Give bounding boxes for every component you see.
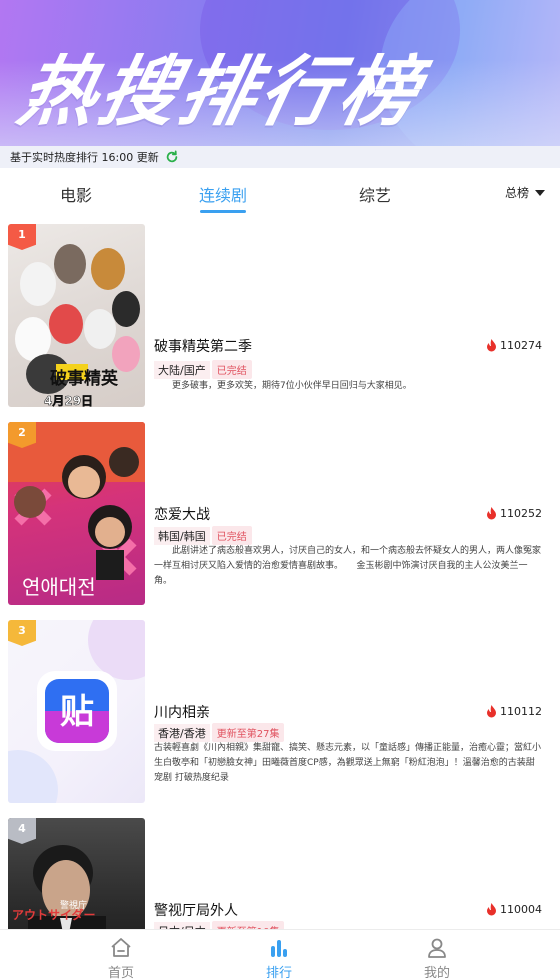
nav-ranking[interactable]: 排行: [249, 936, 309, 979]
region-tag: 香港/香港: [154, 723, 210, 742]
caret-down-icon: [535, 189, 546, 196]
poster-artwork: 破事精英 4月29日: [15, 244, 140, 407]
status-badge: 已完结: [211, 360, 252, 379]
rank-badge: 1: [8, 224, 36, 250]
heat-score: 110274: [486, 339, 542, 352]
list-item[interactable]: 1 破事精英 4月29日 破事精英第二季 110274 大陆/国产 已完结 更多…: [0, 224, 560, 408]
home-icon: [111, 938, 131, 957]
nav-label: 排行: [265, 966, 292, 979]
poster-title: アウトサイダー: [12, 907, 96, 922]
poster-date: 4月29日: [44, 394, 93, 407]
poster-artwork: 贴: [8, 620, 145, 803]
poster-image[interactable]: 3 贴: [8, 620, 145, 803]
nav-label: 我的: [423, 966, 450, 979]
heat-score: 110252: [486, 507, 542, 520]
app-logo-icon: 贴: [60, 692, 94, 732]
region-tag: 大陆/国产: [154, 360, 210, 379]
poster-title: 破事精英: [50, 368, 119, 389]
update-info-bar: 基于实时热度排行 16:00 更新: [0, 146, 560, 168]
list-item[interactable]: 2 연애대전 恋爱大战 110252 韩国/韩国 已完结 此剧讲述了病态般喜欢男…: [0, 422, 560, 606]
active-tab-indicator: [200, 210, 246, 213]
item-title[interactable]: 川内相亲: [154, 702, 210, 722]
heat-value: 110112: [500, 705, 542, 718]
heat-value: 110274: [500, 339, 542, 352]
poster-image[interactable]: 2 연애대전: [8, 422, 145, 605]
region-tag: 韩国/韩国: [154, 526, 210, 545]
item-title[interactable]: 恋爱大战: [154, 504, 210, 524]
tab-variety[interactable]: 综艺: [359, 182, 391, 206]
heat-value: 110252: [500, 507, 542, 520]
item-title[interactable]: 破事精英第二季: [154, 336, 252, 356]
list-item[interactable]: 3 贴 川内相亲 110112 香港/香港 更新至第27集 古装輕喜劇《川內相親…: [0, 620, 560, 804]
heat-score: 110112: [486, 705, 542, 718]
rank-type-dropdown[interactable]: 总榜: [505, 184, 546, 201]
refresh-icon[interactable]: [165, 150, 179, 164]
fire-icon: [487, 903, 496, 916]
nav-label: 首页: [107, 966, 134, 979]
item-tags: 大陆/国产 已完结: [154, 360, 252, 379]
update-text: 基于实时热度排行 16:00 更新: [10, 151, 159, 164]
item-title[interactable]: 警视厅局外人: [154, 900, 238, 920]
item-description: 此剧讲述了病态般喜欢男人，讨厌自己的女人，和一个病态般去怀疑女人的男人，两人像冤…: [154, 546, 542, 586]
tab-movie[interactable]: 电影: [60, 182, 92, 206]
nav-profile[interactable]: 我的: [407, 936, 467, 979]
item-tags: 韩国/韩国 已完结: [154, 526, 252, 545]
item-description: 更多破事，更多欢笑，期待7位小伙伴早日回归与大家相见。: [172, 381, 412, 391]
rank-badge: 3: [8, 620, 36, 646]
rank-badge: 4: [8, 818, 36, 844]
rank-badge: 2: [8, 422, 36, 448]
poster-title: 연애대전: [22, 575, 96, 599]
bottom-navigation: 首页 排行 我的: [0, 929, 560, 979]
fire-icon: [487, 339, 496, 352]
banner-title: 热搜排行榜: [11, 47, 431, 136]
heat-score: 110004: [486, 903, 542, 916]
status-badge: 更新至第27集: [211, 723, 285, 742]
status-badge: 已完结: [211, 526, 252, 545]
tab-series[interactable]: 连续剧: [199, 182, 247, 206]
poster-image[interactable]: 1 破事精英 4月29日: [8, 224, 145, 407]
category-tabs: 电影 连续剧 综艺 总榜: [0, 170, 560, 216]
ranking-icon: [271, 940, 287, 957]
nav-home[interactable]: 首页: [91, 936, 151, 979]
poster-artwork: 연애대전: [8, 422, 145, 599]
item-description: 古装輕喜劇《川內相親》集甜寵、搞笑、懸志元素，以「童話感」傳播正能量，治癒心靈；…: [154, 743, 542, 783]
hero-banner: 热搜排行榜: [0, 0, 560, 148]
item-tags: 香港/香港 更新至第27集: [154, 723, 285, 742]
fire-icon: [487, 705, 496, 718]
profile-icon: [428, 938, 446, 958]
heat-value: 110004: [500, 903, 542, 916]
rank-type-label: 总榜: [505, 186, 530, 200]
fire-icon: [487, 507, 496, 520]
